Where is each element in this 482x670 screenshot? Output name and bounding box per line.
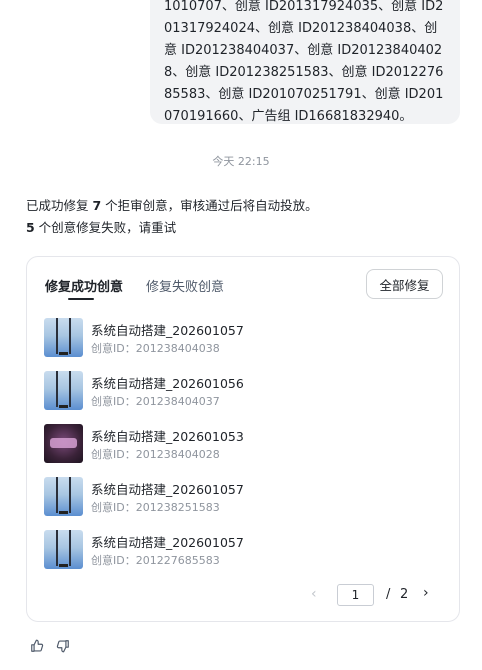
creative-thumbnail (44, 371, 83, 410)
creative-id: 创意ID：201238404038 (91, 342, 220, 355)
list-item[interactable]: 系统自动搭建_202601057 创意ID：201238404038 (44, 318, 444, 371)
chevron-right-icon[interactable]: › (423, 585, 429, 601)
success-count: 7 (92, 198, 102, 213)
creative-title: 系统自动搭建_202601053 (91, 429, 244, 444)
pagination: ‹ / 2 › (27, 584, 461, 608)
creative-thumbnail (44, 477, 83, 516)
tab-repair-failed[interactable]: 修复失败创意 (146, 276, 224, 295)
message-timestamp: 今天 22:15 (212, 155, 270, 168)
page-number-input[interactable] (337, 584, 374, 606)
repair-failed-summary: 5 个创意修复失败，请重试 (26, 217, 176, 236)
creative-list: 系统自动搭建_202601057 创意ID：201238404038 系统自动搭… (44, 318, 444, 583)
thumbs-down-icon[interactable] (56, 638, 70, 657)
active-tab-indicator (68, 298, 94, 300)
creative-thumbnail (44, 318, 83, 357)
failed-suffix: 个创意修复失败，请重试 (34, 220, 177, 235)
total-pages: 2 (400, 587, 409, 602)
summary-prefix: 已成功修复 (26, 198, 93, 213)
failed-count: 5 (26, 220, 35, 235)
message-bubble: 1010707、创意 ID201317924035、创意 ID201317924… (150, 0, 460, 124)
creative-title: 系统自动搭建_202601057 (91, 482, 244, 497)
creative-id: 创意ID：201238404037 (91, 395, 220, 408)
creative-title: 系统自动搭建_202601057 (91, 323, 244, 338)
repair-result-panel: 修复成功创意 修复失败创意 全部修复 系统自动搭建_202601057 创意ID… (26, 256, 460, 622)
summary-suffix: 个拒审创意，审核通过后将自动投放。 (101, 198, 318, 213)
tab-repair-success[interactable]: 修复成功创意 (45, 276, 123, 295)
list-item[interactable]: 系统自动搭建_202601057 创意ID：201238251583 (44, 477, 444, 530)
thumbs-up-icon[interactable] (30, 638, 44, 657)
creative-title: 系统自动搭建_202601056 (91, 376, 244, 391)
list-item[interactable]: 系统自动搭建_202601053 创意ID：201238404028 (44, 424, 444, 477)
repair-all-button[interactable]: 全部修复 (366, 269, 443, 299)
repair-success-summary: 已成功修复 7 个拒审创意，审核通过后将自动投放。 (26, 195, 318, 214)
chevron-left-icon[interactable]: ‹ (311, 586, 317, 602)
creative-id: 创意ID：201227685583 (91, 554, 220, 567)
list-item[interactable]: 系统自动搭建_202601056 创意ID：201238404037 (44, 371, 444, 424)
list-item[interactable]: 系统自动搭建_202601057 创意ID：201227685583 (44, 530, 444, 583)
creative-id: 创意ID：201238251583 (91, 501, 220, 514)
creative-id: 创意ID：201238404028 (91, 448, 220, 461)
message-text: 1010707、创意 ID201317924035、创意 ID201317924… (164, 0, 444, 124)
creative-thumbnail (44, 530, 83, 569)
creative-thumbnail (44, 424, 83, 463)
creative-title: 系统自动搭建_202601057 (91, 535, 244, 550)
page-separator: / (386, 587, 391, 602)
